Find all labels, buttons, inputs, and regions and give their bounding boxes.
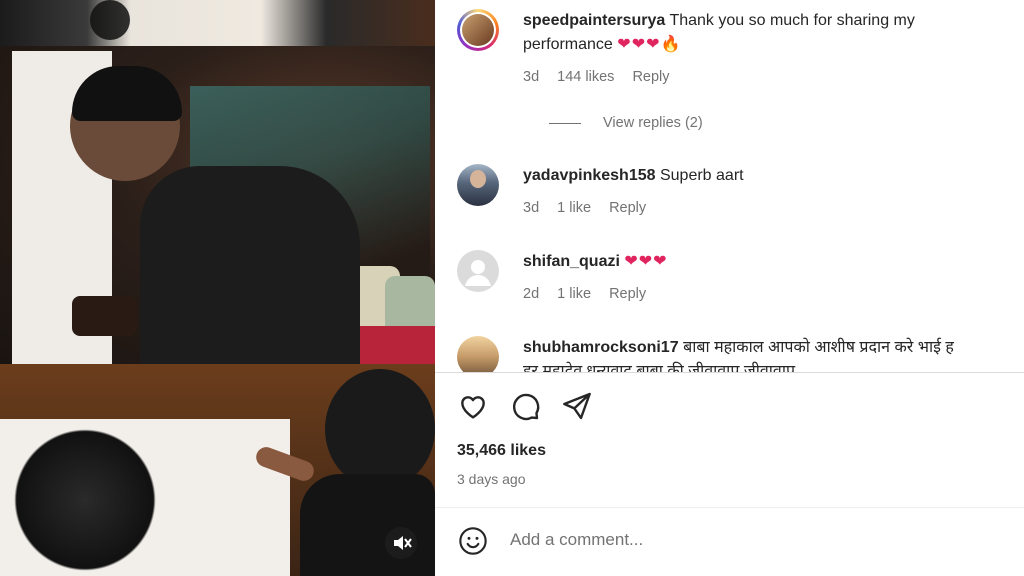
- media-panel-middle: [0, 46, 435, 364]
- post-media[interactable]: [0, 0, 435, 576]
- comment-username[interactable]: speedpaintersurya: [523, 12, 665, 29]
- comment-time: 3d: [523, 69, 540, 85]
- avatar[interactable]: [457, 250, 499, 292]
- comments-list[interactable]: speedpaintersurya Thank you so much for …: [435, 0, 1024, 372]
- reply-button[interactable]: Reply: [632, 69, 669, 85]
- comment-time: 3d: [523, 200, 540, 216]
- media-panel-top: [0, 0, 435, 46]
- comment-body: बाबा महाकाल आपको आशीष प्रदान करे भाई ह: [683, 339, 954, 356]
- comment-text: yadavpinkesh158 Superb aart: [523, 164, 1023, 188]
- comment-meta: 2d 1 like Reply: [523, 286, 660, 302]
- post-likes[interactable]: 35,466 likes: [457, 442, 546, 460]
- heart-icon[interactable]: [457, 390, 489, 427]
- divider: [435, 507, 1024, 508]
- comment-meta: 3d 1 like Reply: [523, 200, 660, 216]
- post-time: 3 days ago: [457, 471, 526, 487]
- comment-body: Thank you so much for sharing my: [669, 12, 915, 29]
- share-icon[interactable]: [561, 390, 593, 427]
- media-panel-bottom: [0, 364, 435, 576]
- avatar[interactable]: [457, 9, 499, 51]
- comment-username[interactable]: shubhamrocksoni17: [523, 339, 679, 356]
- comment-emoji: ❤❤❤🔥: [617, 36, 682, 53]
- comment-body-line2: performance: [523, 36, 613, 53]
- mute-icon[interactable]: [385, 527, 417, 559]
- comment-time: 2d: [523, 286, 540, 302]
- emoji-icon[interactable]: [457, 525, 489, 562]
- comment-body: Superb aart: [659, 167, 744, 184]
- add-comment-input[interactable]: Add a comment...: [510, 530, 643, 550]
- avatar[interactable]: [457, 164, 499, 206]
- comment-body-line2: हर महादेव धन्यवाद बाबा की जीवावाप जीवावा…: [523, 363, 796, 372]
- default-avatar-icon: [465, 260, 491, 286]
- comment-text: shubhamrocksoni17 बाबा महाकाल आपको आशीष …: [523, 336, 1024, 372]
- comment-likes[interactable]: 144 likes: [557, 69, 614, 85]
- comment-text: speedpaintersurya Thank you so much for …: [523, 9, 1023, 57]
- replies-line: [549, 123, 581, 124]
- comment-username[interactable]: shifan_quazi: [523, 253, 620, 270]
- comment-likes[interactable]: 1 like: [557, 200, 591, 216]
- comment-username[interactable]: yadavpinkesh158: [523, 167, 656, 184]
- comment-likes[interactable]: 1 like: [557, 286, 591, 302]
- avatar[interactable]: [457, 336, 499, 372]
- comment-emoji: ❤❤❤: [624, 253, 668, 270]
- reply-button[interactable]: Reply: [609, 286, 646, 302]
- view-replies-button[interactable]: View replies (2): [603, 115, 703, 131]
- comment-icon[interactable]: [509, 390, 541, 427]
- comment-meta: 3d 144 likes Reply: [523, 69, 684, 85]
- comment-text: shifan_quazi ❤❤❤: [523, 250, 1023, 274]
- divider: [435, 372, 1024, 373]
- reply-button[interactable]: Reply: [609, 200, 646, 216]
- comments-panel: speedpaintersurya Thank you so much for …: [435, 0, 1024, 576]
